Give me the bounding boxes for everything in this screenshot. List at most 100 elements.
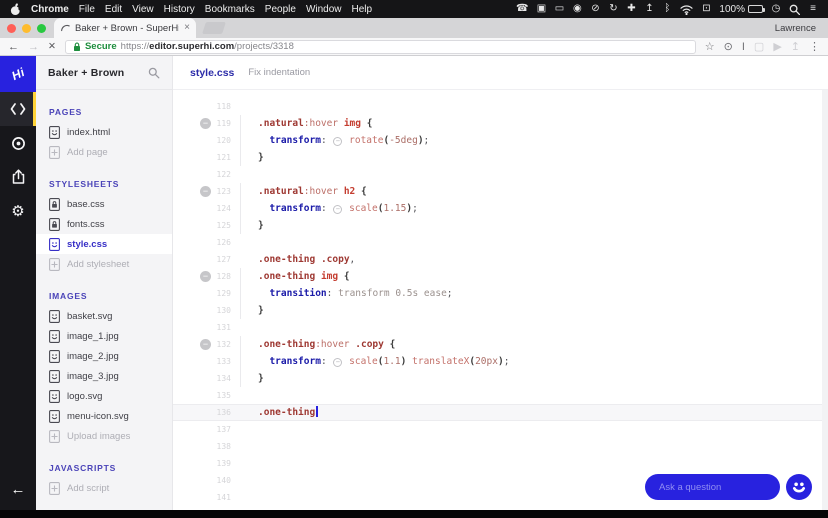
file-item-label: base.css	[67, 199, 105, 210]
file-item-basket-svg[interactable]: basket.svg	[36, 306, 172, 326]
menubar-item-chrome[interactable]: Chrome	[31, 4, 69, 15]
file-item-upload-images[interactable]: Upload images	[36, 426, 172, 446]
code-line-130[interactable]: 130}	[173, 302, 828, 319]
menubar-item-people[interactable]: People	[265, 4, 296, 15]
line-number: 132	[209, 336, 231, 353]
file-item-add-script[interactable]: Add script	[36, 478, 172, 498]
health-icon[interactable]: ✚	[626, 0, 636, 18]
code-line-120[interactable]: 120 transform: − rotate(-5deg);	[173, 132, 828, 149]
window-close-button[interactable]	[7, 24, 16, 33]
code-line-121[interactable]: 121}	[173, 149, 828, 166]
extension-share-icon[interactable]: ↥	[791, 39, 800, 55]
rail-item-settings[interactable]: ⚙	[0, 194, 36, 228]
stop-button[interactable]: ✕	[48, 39, 56, 55]
code-line-135[interactable]: 135	[173, 387, 828, 404]
file-item-style-css[interactable]: style.css	[36, 234, 172, 254]
do-not-disturb-icon[interactable]: ⊘	[590, 0, 600, 18]
code-line-126[interactable]: 126	[173, 234, 828, 251]
forward-button[interactable]: →	[28, 39, 39, 55]
back-arrow-button[interactable]: ←	[11, 481, 26, 498]
gutter: 121	[173, 149, 258, 166]
notification-center-icon[interactable]: ≡	[808, 0, 818, 18]
extension-bar-icon[interactable]: I	[742, 39, 745, 55]
rail-item-code-editor[interactable]	[0, 92, 36, 126]
code-lines[interactable]: 118−119.natural:hover img {120 transform…	[173, 90, 828, 506]
file-item-add-page[interactable]: Add page	[36, 142, 172, 162]
ask-question-input[interactable]: Ask a question	[645, 474, 780, 500]
code-line-122[interactable]: 122	[173, 166, 828, 183]
code-line-132[interactable]: −132.one-thing:hover .copy {	[173, 336, 828, 353]
back-button[interactable]: ←	[8, 39, 19, 55]
code-line-133[interactable]: 133 transform: − scale(1.1) translateX(2…	[173, 353, 828, 370]
code-line-118[interactable]: 118	[173, 98, 828, 115]
file-item-base-css[interactable]: base.css	[36, 194, 172, 214]
fix-indentation-button[interactable]: Fix indentation	[248, 67, 310, 78]
file-item-image-3-jpg[interactable]: image_3.jpg	[36, 366, 172, 386]
menubar-item-edit[interactable]: Edit	[105, 4, 122, 15]
menubar-item-history[interactable]: History	[164, 4, 195, 15]
menubar-item-view[interactable]: View	[132, 4, 154, 15]
file-item-add-stylesheet[interactable]: Add stylesheet	[36, 254, 172, 274]
window-minimize-button[interactable]	[22, 24, 31, 33]
code-line-125[interactable]: 125}	[173, 217, 828, 234]
code-line-138[interactable]: 138	[173, 438, 828, 455]
menubar-item-window[interactable]: Window	[306, 4, 342, 15]
window-icon[interactable]: ▭	[554, 0, 564, 18]
airplay-display-icon[interactable]: ⊡	[701, 0, 711, 18]
tab-close-icon[interactable]: ×	[184, 23, 190, 33]
code-line-123[interactable]: −123.natural:hover h2 {	[173, 183, 828, 200]
code-line-128[interactable]: −128.one-thing img {	[173, 268, 828, 285]
help-smiley-button[interactable]	[786, 474, 812, 500]
file-item-menu-icon-svg[interactable]: menu-icon.svg	[36, 406, 172, 426]
menubar-item-file[interactable]: File	[79, 4, 95, 15]
extension-box-icon[interactable]: ▢	[754, 39, 764, 55]
code-line-131[interactable]: 131	[173, 319, 828, 336]
new-tab-button[interactable]	[202, 22, 226, 34]
code-line-137[interactable]: 137	[173, 421, 828, 438]
line-number: 130	[209, 302, 231, 319]
secure-label: Secure	[85, 41, 117, 52]
menubar-item-bookmarks[interactable]: Bookmarks	[205, 4, 255, 15]
help-widgets: Ask a question	[645, 474, 812, 500]
menubar-item-help[interactable]: Help	[352, 4, 373, 15]
wifi-icon[interactable]	[680, 4, 693, 15]
code-line-119[interactable]: −119.natural:hover img {	[173, 115, 828, 132]
clock-icon[interactable]: ◷	[771, 0, 781, 18]
address-bar[interactable]: Secure https://editor.superhi.com/projec…	[65, 40, 696, 54]
file-item-fonts-css[interactable]: fonts.css	[36, 214, 172, 234]
superhi-logo[interactable]: Hi	[0, 56, 36, 92]
code-line-129[interactable]: 129 transition: transform 0.5s ease;	[173, 285, 828, 302]
extension-play-icon[interactable]: ▶	[773, 39, 781, 55]
line-number: 128	[209, 268, 231, 285]
file-item-image-1-jpg[interactable]: image_1.jpg	[36, 326, 172, 346]
screen-capture-icon[interactable]: ▣	[536, 0, 546, 18]
file-item-image-2-jpg[interactable]: image_2.jpg	[36, 346, 172, 366]
code-line-136[interactable]: 136.one-thing	[173, 404, 828, 421]
bluetooth-icon[interactable]: ᛒ	[662, 0, 672, 18]
search-icon[interactable]	[148, 67, 160, 79]
apple-menu-icon[interactable]	[10, 3, 21, 16]
file-item-label: Upload images	[67, 431, 130, 442]
gutter: 120	[173, 132, 258, 149]
code-line-134[interactable]: 134}	[173, 370, 828, 387]
bookmark-star-icon[interactable]: ☆	[705, 39, 715, 55]
rail-item-preview[interactable]	[0, 126, 36, 160]
handoff-phone-icon[interactable]: ☎	[516, 0, 528, 18]
file-item-label: basket.svg	[67, 311, 112, 322]
code-line-127[interactable]: 127.one-thing .copy,	[173, 251, 828, 268]
sync-icon[interactable]: ↻	[608, 0, 618, 18]
share-icon[interactable]: ↥	[644, 0, 654, 18]
battery-indicator[interactable]: 100%	[719, 4, 763, 15]
extension-circle-icon[interactable]: ⊙	[724, 39, 733, 55]
file-item-index-html[interactable]: index.html	[36, 122, 172, 142]
browser-profile-name[interactable]: Lawrence	[775, 23, 828, 34]
browser-menu-icon[interactable]: ⋮	[809, 39, 820, 55]
droplet-icon[interactable]: ◉	[572, 0, 582, 18]
code-line-124[interactable]: 124 transform: − scale(1.15);	[173, 200, 828, 217]
code-line-139[interactable]: 139	[173, 455, 828, 472]
spotlight-search-icon[interactable]	[789, 4, 800, 15]
file-item-logo-svg[interactable]: logo.svg	[36, 386, 172, 406]
window-zoom-button[interactable]	[37, 24, 46, 33]
rail-item-publish[interactable]	[0, 160, 36, 194]
browser-tab[interactable]: Baker + Brown - SuperHi ×	[54, 18, 196, 38]
